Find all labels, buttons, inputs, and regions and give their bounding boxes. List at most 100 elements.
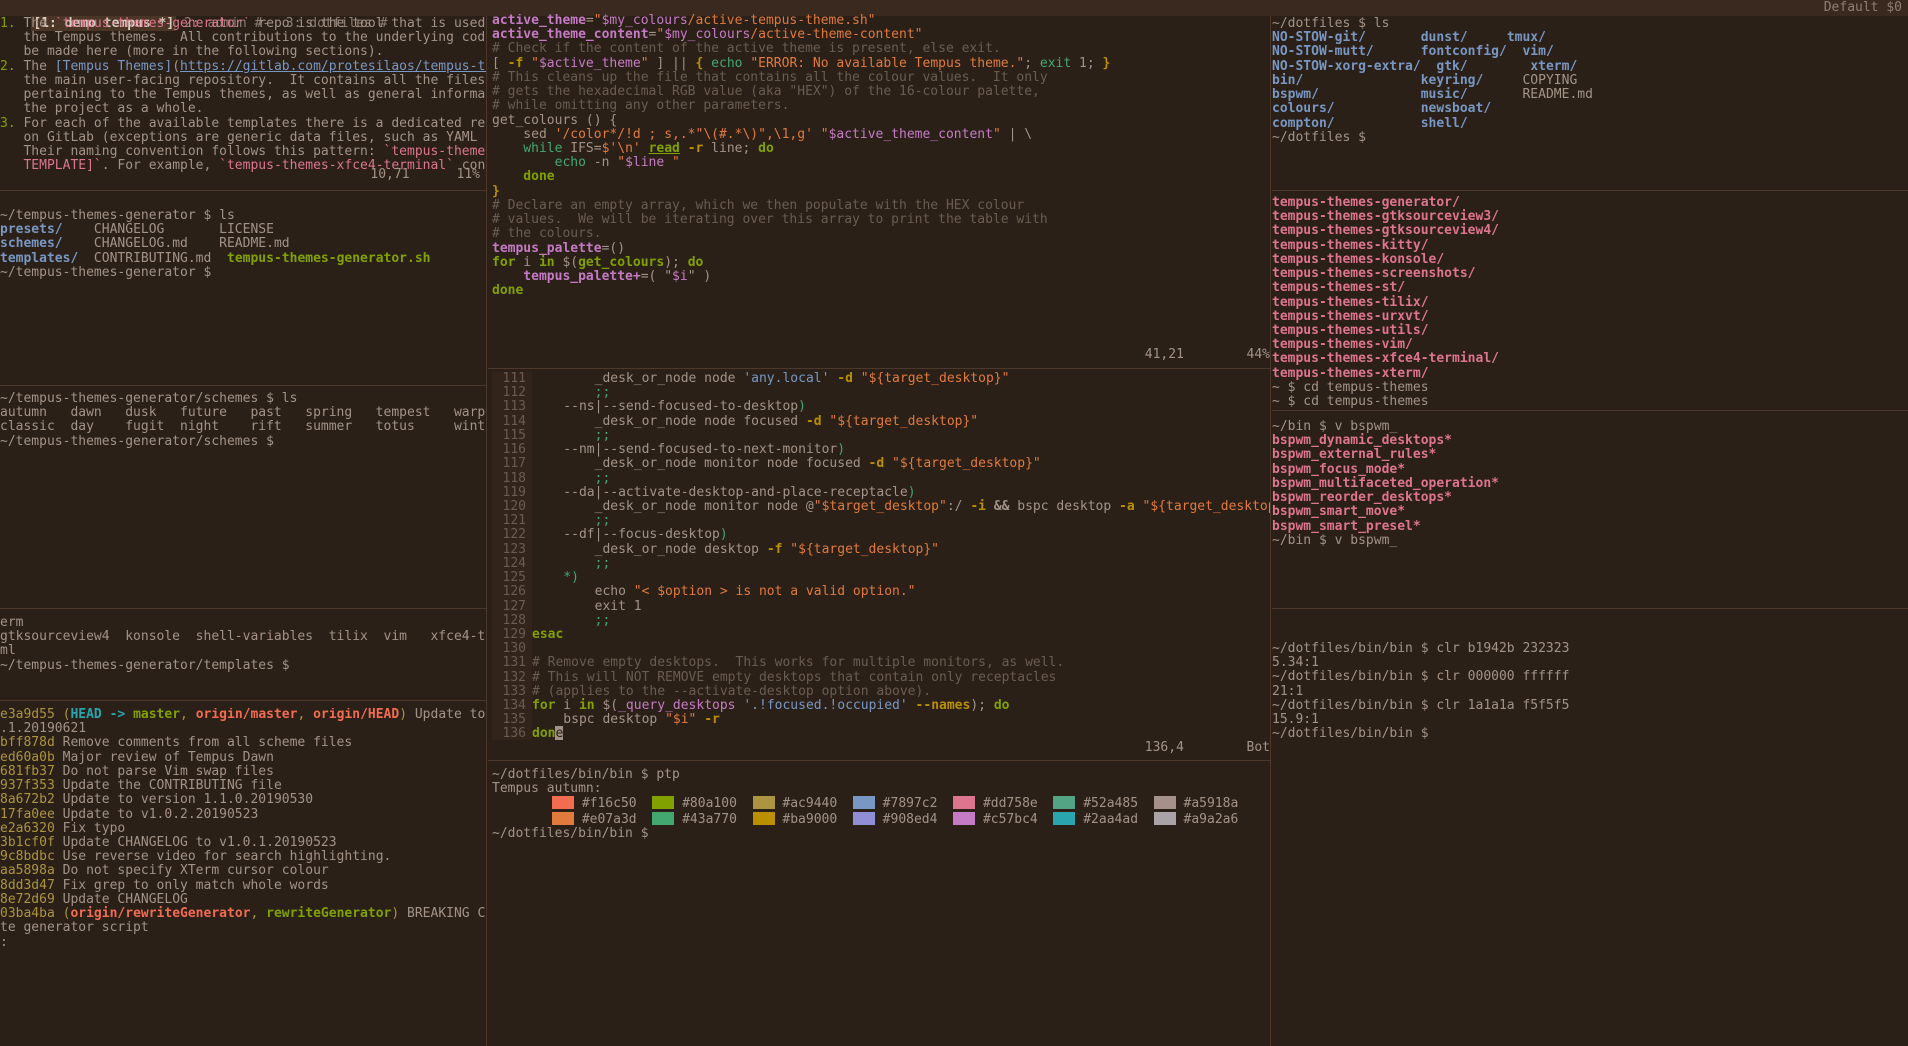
terminal-line: ~/dotfiles/bin/bin $ <box>1272 727 1908 741</box>
text-span: 1; <box>1071 55 1103 71</box>
terminal-line: 2. The [Tempus Themes](https://gitlab.co… <box>0 59 486 74</box>
text-span: "$target_desktop" <box>813 498 947 514</box>
git-log-pane[interactable]: e3a9d55 (HEAD -> master, origin/master, … <box>0 708 486 1046</box>
pane-separator-bspwm-bottom[interactable] <box>488 760 1270 761</box>
text-span: '/color*/!d ; s,.*"\(#.*\)",\1,g' <box>554 126 813 142</box>
readme-markdown-pane[interactable]: 1. The `tempus-themes-generator` repo is… <box>0 17 486 189</box>
terminal-line: } <box>492 184 1270 199</box>
pane-separator-readme-bottom[interactable] <box>0 190 486 191</box>
generator-ls-shell-pane[interactable]: ~/tempus-themes-generator $ ls presets/ C… <box>0 209 486 281</box>
vim-bspwm-ruler: 136,4 Bot <box>492 741 1270 757</box>
text-span: tempus-themes-screenshots/ <box>1272 266 1476 282</box>
pane-separator-templates-bottom[interactable] <box>0 700 486 701</box>
text-span: 8e72d69 <box>0 891 55 907</box>
text-span: # Remove empty desktops. This works for … <box>532 655 1065 671</box>
text-span: Fix grep to only match whole words <box>54 877 329 893</box>
text-span: _query_desktops <box>618 698 736 714</box>
terminal-line: bspwm_smart_move* <box>1272 505 1908 519</box>
pane-separator-bspwmscripts-bottom[interactable] <box>1272 608 1908 609</box>
text-span: `tempus-themes-[NAME OF <box>383 143 486 159</box>
text-span: --da <box>532 484 595 500</box>
text-span: -a <box>1119 498 1135 514</box>
terminal-line: # the colours. <box>492 227 1270 241</box>
text-span: 'any.local' <box>743 372 830 386</box>
palette-row: #f16c50 #80a100 #ac9440 #7897c2 #dd758e … <box>492 796 1270 811</box>
pane-separator-repos-bottom[interactable] <box>1272 410 1908 411</box>
pane-separator-right[interactable] <box>1270 16 1271 1046</box>
text-span: 17fa0ee <box>0 806 55 822</box>
text-span: IFS= <box>562 140 602 156</box>
contrast-ratio-pane[interactable]: ~/dotfiles/bin/bin $ clr b1942b 232323 5.… <box>1272 642 1908 752</box>
line-number: 131 <box>492 656 532 671</box>
bspwm-scripts-pane[interactable]: ~/bin $ v bspwm_ bspwm_dynamic_desktops* b… <box>1272 420 1908 550</box>
line-number: 134 <box>492 698 532 714</box>
vim-bspwm-script-pane[interactable]: 111 _desk_or_node node 'any.local' -d "$… <box>492 372 1270 740</box>
color-hex-label: #e07a3d <box>574 811 653 827</box>
text-span: Major review of Tempus Dawn <box>54 749 274 765</box>
text-span: ed60a0b <box>0 749 55 765</box>
terminal-line: ed60a0b Major review of Tempus Dawn <box>0 749 486 765</box>
text-span: master <box>133 708 181 722</box>
text-span: bspc desktop <box>1009 498 1120 514</box>
pane-separator-vim-bottom[interactable] <box>488 368 1270 369</box>
text-span: ~/tempus-themes-generator/templates $ <box>0 657 290 673</box>
terminal-line: erm <box>0 616 486 630</box>
line-number: 122 <box>492 528 532 543</box>
text-span: tempus-themes-gtksourceview3/ <box>1272 209 1499 225</box>
text-span: 5.34:1 <box>1272 655 1319 671</box>
terminal-line: 8e72d69 Update CHANGELOG <box>0 891 486 907</box>
tempus-repos-pane[interactable]: tempus-themes-generator/tempus-themes-gt… <box>1272 196 1908 408</box>
text-span: $( <box>554 254 579 270</box>
text-span: " <box>593 14 602 28</box>
text-span: -d <box>868 456 885 472</box>
terminal-line: done <box>492 170 1270 184</box>
color-hex-label: #ac9440 <box>774 796 853 812</box>
pane-separator-generator-bottom[interactable] <box>0 385 486 386</box>
templates-ls-shell-pane[interactable]: erm gtksourceview4 konsole shell-variable… <box>0 616 486 676</box>
text-span: ); <box>664 254 688 270</box>
text-span <box>1335 116 1421 131</box>
text-span: active_theme <box>492 14 586 28</box>
text-span: echo <box>703 55 751 71</box>
vim-generator-script-pane[interactable]: active_theme="$my_colours/active-tempus-… <box>492 14 1270 352</box>
text-span: _desk_or_node node <box>532 372 744 386</box>
terminal-line: ~/bin $ v bspwm_ <box>1272 420 1908 434</box>
text-span: $( <box>594 698 619 714</box>
text-span: _desk_or_node node focused <box>532 413 806 429</box>
text-span: sed <box>492 126 555 142</box>
text-span: keyring/ <box>1420 72 1484 88</box>
dotfiles-ls-pane[interactable]: ~/dotfiles $ ls NO-STOW-git/ dunst/ tmux/… <box>1272 17 1908 177</box>
schemes-ls-shell-pane[interactable]: ~/tempus-themes-generator/schemes $ ls au… <box>0 392 486 452</box>
text-span: $my_colours <box>601 14 688 28</box>
line-number: 127 <box>492 599 532 614</box>
text-span: schemes/ <box>0 236 63 252</box>
terminal-line: ~/dotfiles $ <box>1272 130 1908 145</box>
text-span: " <box>640 55 649 71</box>
terminal-line: classic day fugit night rift summer totu… <box>0 420 486 434</box>
text-span: ml <box>0 643 16 659</box>
text-span: "${target_desktop}" <box>821 413 979 429</box>
vim-numbered-line: 122 --df|--focus-desktop) <box>492 528 1270 543</box>
text-span: --send-focused-to-next-monitor <box>602 442 838 458</box>
pane-separator-schemes-bottom[interactable] <box>0 608 486 609</box>
terminal-line: bspwm_reorder_desktops* <box>1272 490 1908 505</box>
line-number: 132 <box>492 670 532 685</box>
text-span <box>1468 30 1507 45</box>
pane-separator-left[interactable] <box>486 16 487 1046</box>
pane-separator-dotfiles-bottom[interactable] <box>1272 190 1908 191</box>
text-span: get_colours () { <box>492 112 618 128</box>
ptp-palette-output-pane[interactable]: ~/dotfiles/bin/bin $ ptp Tempus autumn: #… <box>492 768 1270 846</box>
text-span: active_theme_content <box>492 27 649 43</box>
text-span: # Check if the content of the active the… <box>492 41 1001 57</box>
text-span: _desk_or_node monitor node @ <box>532 498 814 514</box>
text-span: 8a672b2 <box>0 792 55 808</box>
text-span: gtk/ <box>1436 58 1468 74</box>
text-span: CONTRIBUTING.md <box>78 250 227 266</box>
text-span: "${target_desktop}" <box>782 541 940 557</box>
text-span: 8dd3d47 <box>0 877 55 893</box>
text-span: exit 1 <box>532 598 642 614</box>
text-span: -r <box>704 712 720 728</box>
color-swatch <box>552 811 574 825</box>
text-span: gtksourceview4 konsole shell-variables t… <box>0 629 486 645</box>
text-span <box>986 499 994 514</box>
